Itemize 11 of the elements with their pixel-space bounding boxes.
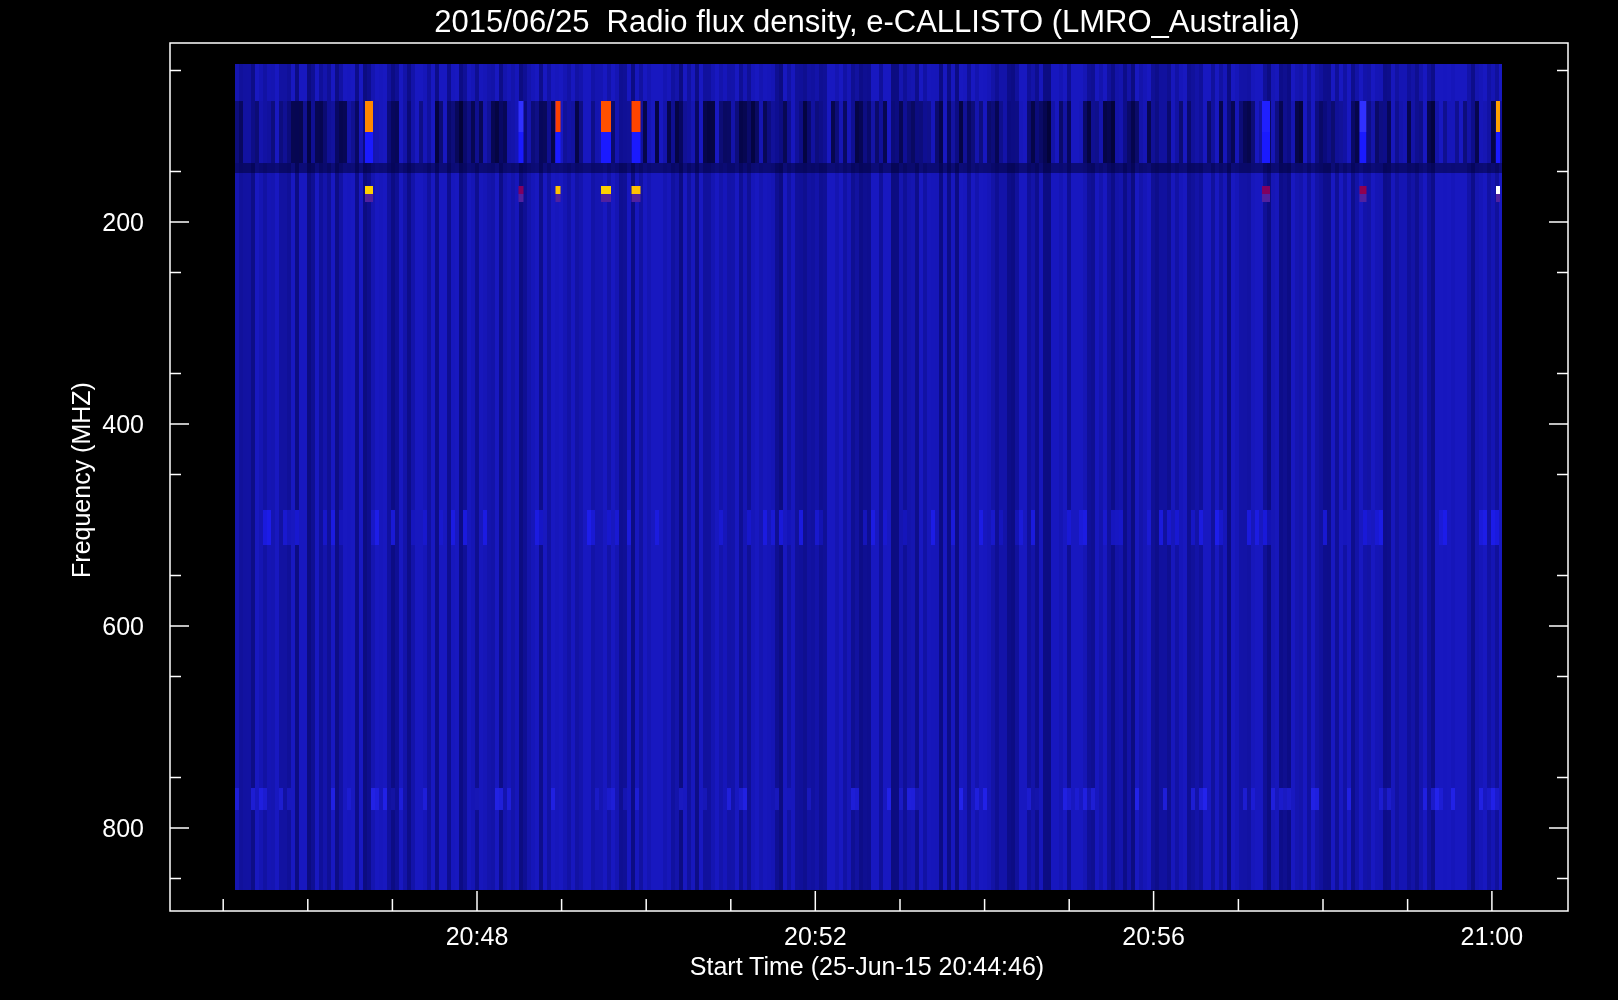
y-tick-label: 200: [102, 208, 144, 236]
x-axis-label: Start Time (25-Jun-15 20:44:46): [689, 952, 1045, 980]
y-tick-label: 800: [102, 814, 144, 842]
x-tick-label: 20:52: [784, 922, 847, 950]
y-tick-label: 600: [102, 612, 144, 640]
x-tick-label: 20:56: [1122, 922, 1185, 950]
y-tick-label: 400: [102, 410, 144, 438]
x-tick-label: 21:00: [1460, 922, 1524, 950]
chart-title: 2015/06/25 Radio flux density, e-CALLISTO (LMRO_Australia): [434, 4, 1300, 39]
x-tick-label: 20:48: [445, 922, 509, 950]
y-axis-label: Frequency (MHZ): [67, 382, 95, 578]
